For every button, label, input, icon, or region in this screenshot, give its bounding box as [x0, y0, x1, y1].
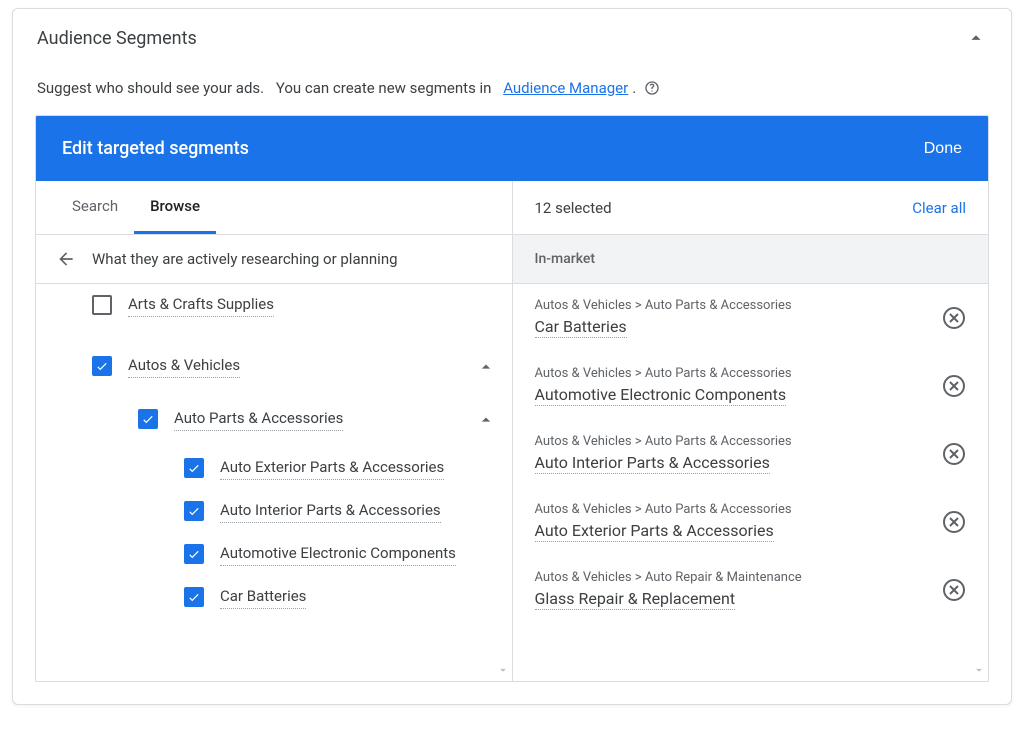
selected-name[interactable]: Car Batteries [535, 317, 627, 338]
remove-icon[interactable] [942, 306, 966, 330]
clear-all-link[interactable]: Clear all [912, 199, 966, 217]
tree-item-auto-exterior[interactable]: Auto Exterior Parts & Accessories [36, 447, 512, 490]
tree-label[interactable]: Auto Exterior Parts & Accessories [220, 457, 444, 480]
chevron-down-icon [496, 663, 510, 677]
selected-item: Autos & Vehicles > Auto Repair & Mainten… [513, 556, 989, 624]
tree-item-auto-interior[interactable]: Auto Interior Parts & Accessories [36, 490, 512, 533]
tree-label[interactable]: Autos & Vehicles [128, 355, 240, 378]
selected-name[interactable]: Auto Interior Parts & Accessories [535, 453, 770, 474]
done-button[interactable]: Done [924, 140, 962, 158]
tree-scroll[interactable]: Arts & Crafts Supplies Autos & Vehicles … [36, 284, 512, 681]
help-icon[interactable] [644, 80, 660, 96]
left-panel: Search Browse What they are actively res… [36, 181, 513, 681]
tree-label[interactable]: Auto Parts & Accessories [174, 408, 343, 431]
breadcrumb: What they are actively researching or pl… [36, 235, 512, 284]
selected-path: Autos & Vehicles > Auto Parts & Accessor… [535, 366, 931, 381]
description-period: . [632, 79, 636, 97]
chevron-down-icon [972, 663, 986, 677]
tree-item-autos-vehicles[interactable]: Autos & Vehicles [36, 345, 512, 388]
chevron-up-icon[interactable] [476, 410, 496, 430]
selected-name[interactable]: Automotive Electronic Components [535, 385, 787, 406]
checkbox-auto-parts[interactable] [138, 409, 158, 429]
panel-row: Search Browse What they are actively res… [36, 181, 988, 681]
description: Suggest who should see your ads. You can… [13, 67, 1011, 115]
tree-label[interactable]: Automotive Electronic Components [220, 543, 456, 566]
right-header: 12 selected Clear all [513, 181, 989, 235]
remove-icon[interactable] [942, 442, 966, 466]
tree-label[interactable]: Car Batteries [220, 586, 306, 609]
audience-segments-card: Audience Segments Suggest who should see… [12, 8, 1012, 705]
tab-search[interactable]: Search [56, 181, 134, 234]
tree-item-auto-electronic[interactable]: Automotive Electronic Components [36, 533, 512, 576]
remove-icon[interactable] [942, 510, 966, 534]
selected-path: Autos & Vehicles > Auto Parts & Accessor… [535, 502, 931, 517]
selected-path: Autos & Vehicles > Auto Repair & Mainten… [535, 570, 931, 585]
tree-item-arts-crafts[interactable]: Arts & Crafts Supplies [36, 284, 512, 327]
checkbox-auto-exterior[interactable] [184, 458, 204, 478]
card-header[interactable]: Audience Segments [13, 9, 1011, 67]
selected-item: Autos & Vehicles > Auto Parts & Accessor… [513, 352, 989, 420]
checkbox-car-batteries[interactable] [184, 587, 204, 607]
back-arrow-icon[interactable] [56, 249, 76, 269]
tree-item-car-batteries[interactable]: Car Batteries [36, 576, 512, 619]
chevron-up-icon[interactable] [476, 357, 496, 377]
section-label: In-market [513, 235, 989, 284]
selected-item: Autos & Vehicles > Auto Parts & Accessor… [513, 488, 989, 556]
selected-path: Autos & Vehicles > Auto Parts & Accessor… [535, 434, 931, 449]
selected-count: 12 selected [535, 199, 612, 217]
tab-browse[interactable]: Browse [134, 181, 216, 234]
tabs: Search Browse [36, 181, 512, 235]
selected-item: Autos & Vehicles > Auto Parts & Accessor… [513, 284, 989, 352]
card-title: Audience Segments [37, 28, 197, 49]
audience-manager-link[interactable]: Audience Manager [503, 79, 628, 97]
checkbox-arts-crafts[interactable] [92, 295, 112, 315]
remove-icon[interactable] [942, 578, 966, 602]
selected-scroll[interactable]: Autos & Vehicles > Auto Parts & Accessor… [513, 284, 989, 681]
right-panel: 12 selected Clear all In-market Autos & … [513, 181, 989, 681]
checkbox-autos-vehicles[interactable] [92, 356, 112, 376]
tree-label[interactable]: Auto Interior Parts & Accessories [220, 500, 441, 523]
selected-name[interactable]: Glass Repair & Replacement [535, 589, 736, 610]
checkbox-auto-electronic[interactable] [184, 544, 204, 564]
chevron-up-icon[interactable] [965, 27, 987, 49]
tree-label[interactable]: Arts & Crafts Supplies [128, 294, 274, 317]
checkbox-auto-interior[interactable] [184, 501, 204, 521]
editor-header: Edit targeted segments Done [36, 116, 988, 181]
selected-item: Autos & Vehicles > Auto Parts & Accessor… [513, 420, 989, 488]
breadcrumb-label: What they are actively researching or pl… [92, 250, 398, 268]
tree-item-auto-parts[interactable]: Auto Parts & Accessories [36, 398, 512, 441]
remove-icon[interactable] [942, 374, 966, 398]
selected-path: Autos & Vehicles > Auto Parts & Accessor… [535, 298, 931, 313]
segment-editor: Edit targeted segments Done Search Brows… [35, 115, 989, 682]
description-lead: Suggest who should see your ads. [37, 79, 264, 97]
selected-name[interactable]: Auto Exterior Parts & Accessories [535, 521, 774, 542]
description-tail: You can create new segments in [276, 79, 492, 97]
editor-title: Edit targeted segments [62, 138, 249, 159]
